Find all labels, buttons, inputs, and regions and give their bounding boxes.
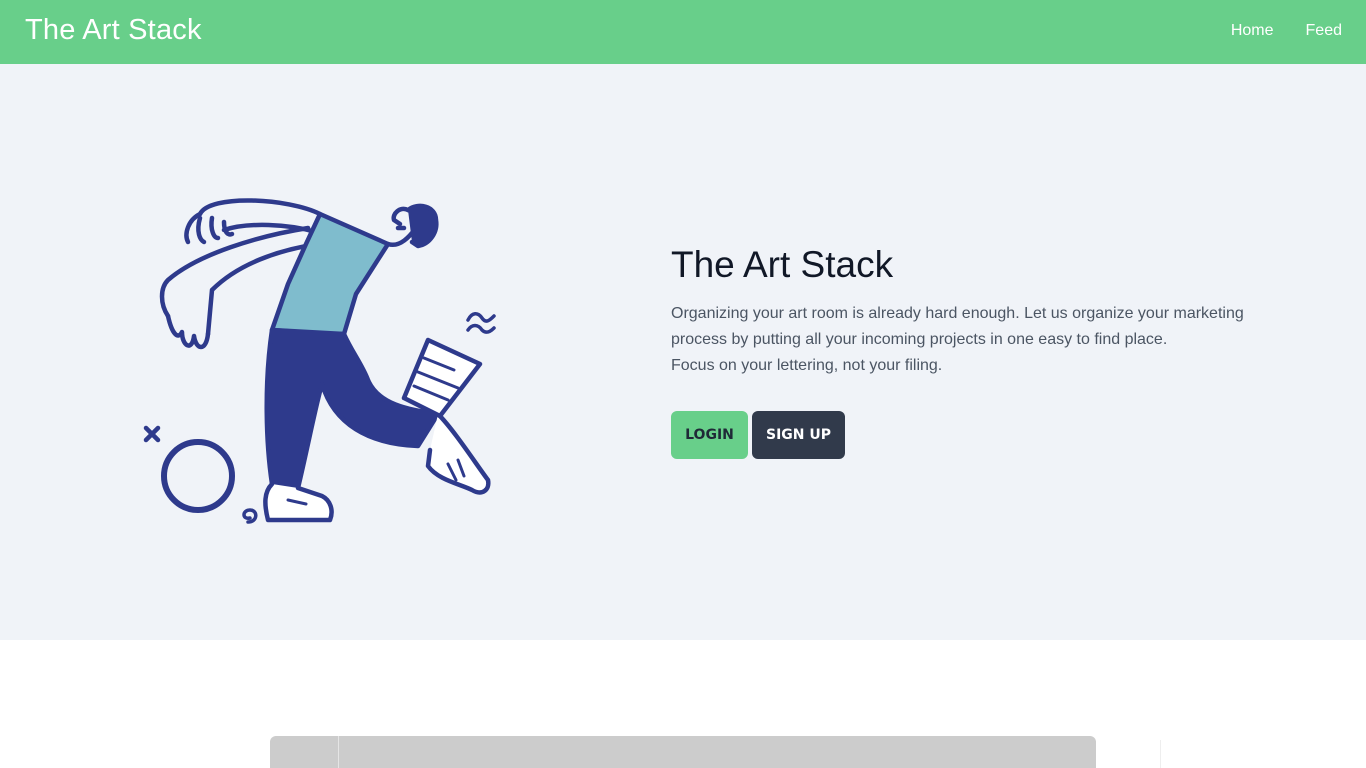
card-divider — [338, 736, 339, 768]
hero-paragraph-1: Organizing your art room is already hard… — [671, 305, 1244, 348]
nav-link-home[interactable]: Home — [1231, 22, 1274, 40]
hero-paragraph-2: Focus on your lettering, not your filing… — [671, 357, 943, 374]
hero-title: The Art Stack — [671, 244, 894, 285]
hero-description: Organizing your art room is already hard… — [671, 301, 1271, 379]
sign-up-button[interactable]: SIGN UP — [752, 411, 845, 459]
content-section — [0, 640, 1366, 768]
login-button[interactable]: LOGIN — [671, 411, 748, 459]
card-preview — [270, 736, 1096, 768]
hero-section: The Art Stack Organizing your art room i… — [0, 64, 1366, 640]
brand-logo-link[interactable]: The Art Stack — [25, 14, 202, 47]
navbar: The Art Stack Home Feed — [0, 0, 1366, 64]
nav-links: Home Feed — [1231, 22, 1342, 40]
divider-line — [1160, 740, 1161, 768]
nav-link-feed[interactable]: Feed — [1306, 22, 1342, 40]
dancing-artist-illustration-icon — [143, 198, 496, 524]
